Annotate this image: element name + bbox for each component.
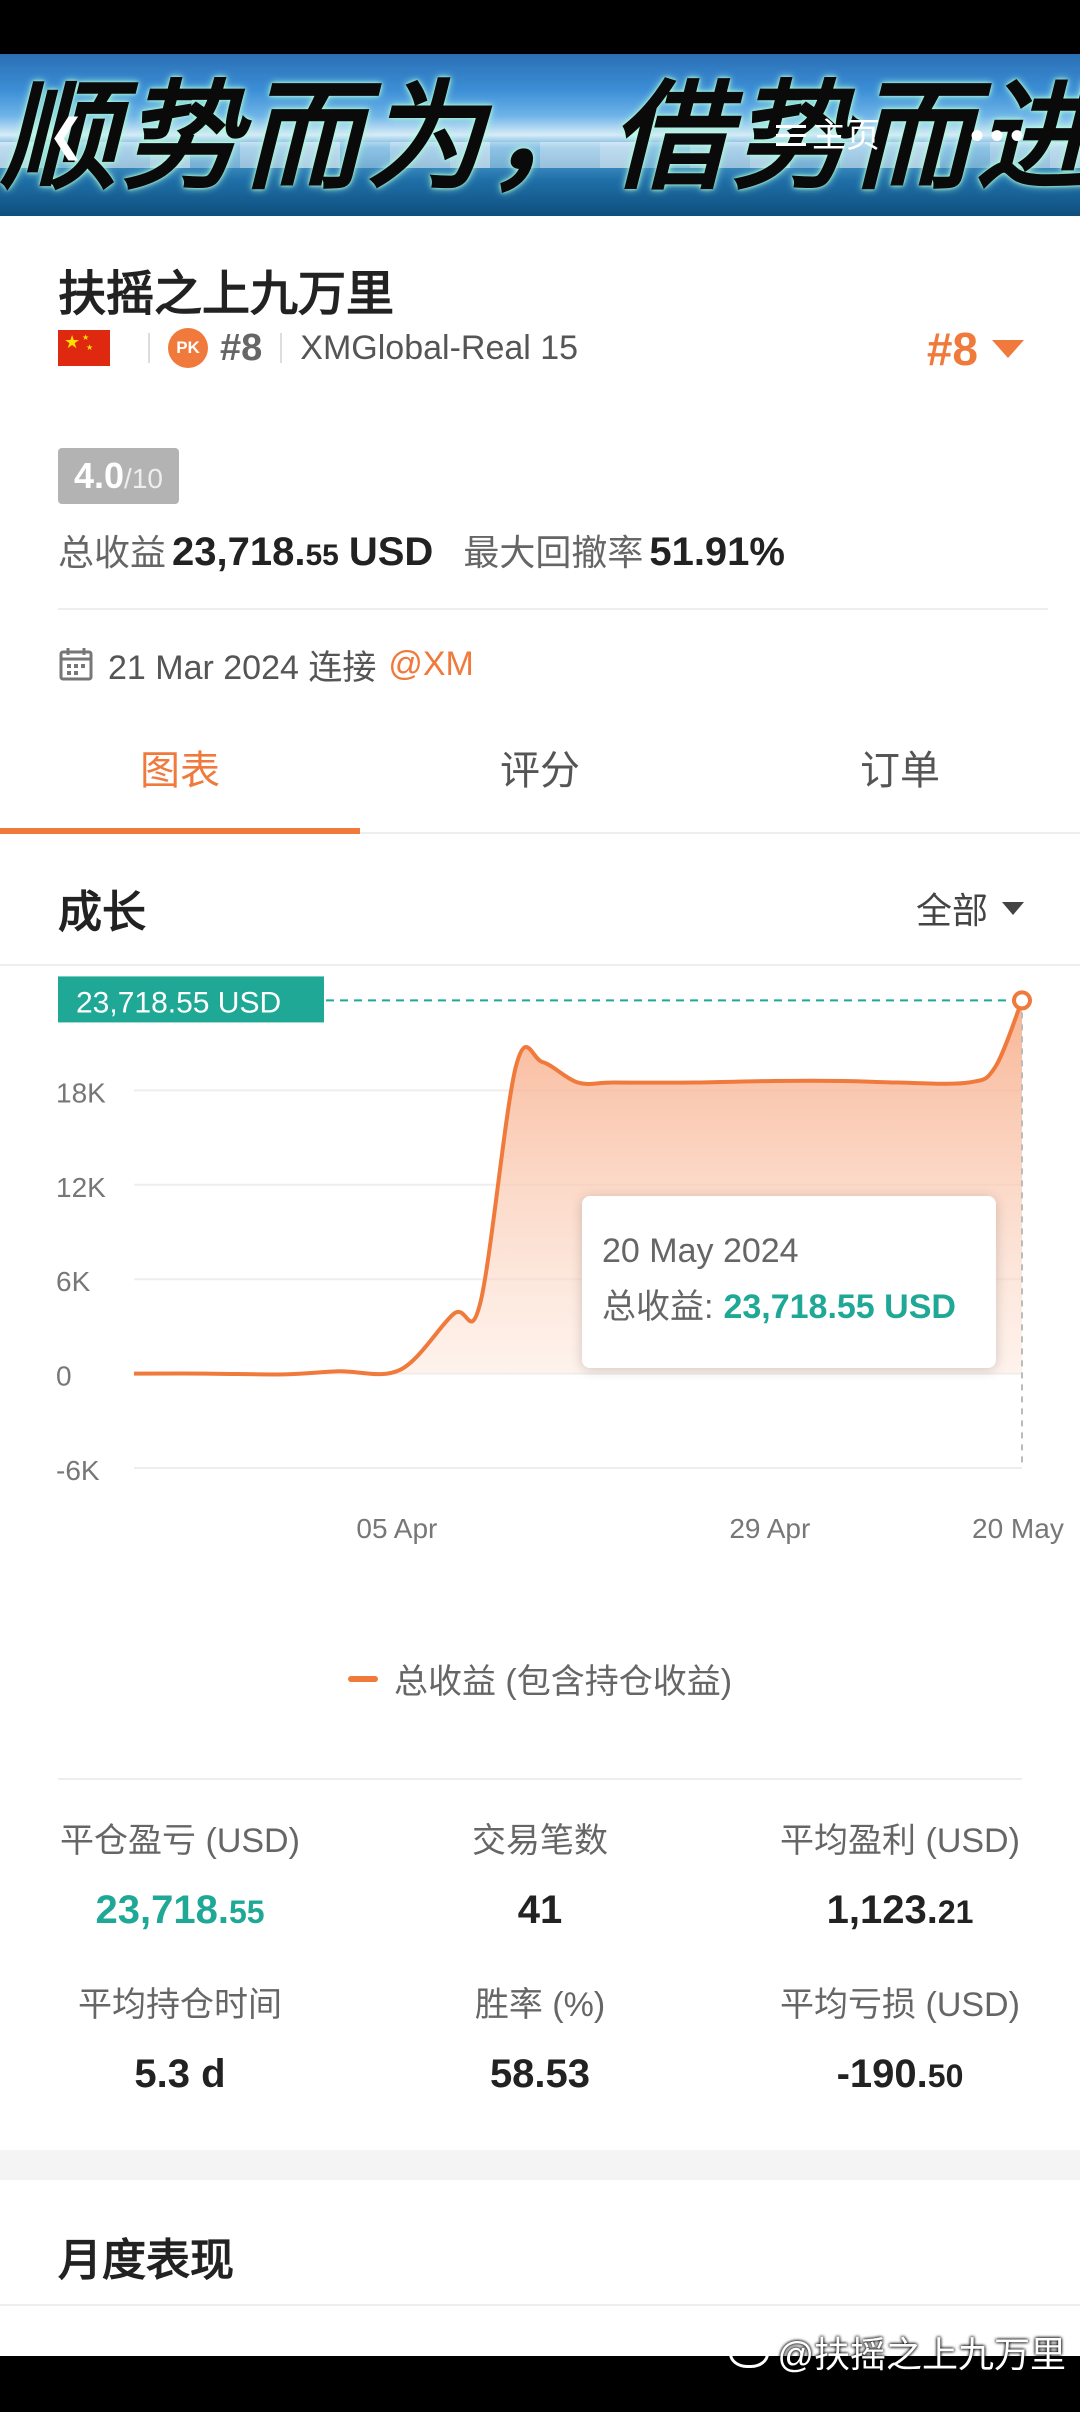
- stat-value: 41: [517, 1888, 563, 1932]
- chart-tooltip: 20 May 2024 总收益: 23,718.55 USD: [582, 1196, 996, 1368]
- section-title: 成长: [58, 888, 146, 937]
- stat-avg-loss: 平均亏损 (USD) -190.50: [720, 1980, 1080, 2106]
- total-profit-int: 23,718.: [172, 530, 306, 574]
- tab-orders[interactable]: 订单: [720, 716, 1080, 832]
- page-title: 扶摇之上九万里: [58, 268, 395, 321]
- stat-label: 平均持仓时间: [78, 1986, 282, 2024]
- caret-down-icon: [992, 340, 1024, 358]
- y-tick-label: 18K: [56, 1077, 106, 1108]
- stat-avg-hold-time: 平均持仓时间 5.3 d: [0, 1980, 360, 2106]
- tooltip-value: 23,718.55 USD: [723, 1288, 956, 1326]
- stat-label: 交易笔数: [472, 1822, 608, 1860]
- tab-rating[interactable]: 评分: [360, 716, 720, 832]
- pk-icon[interactable]: PK: [168, 328, 208, 368]
- score-value: 4.0: [74, 455, 125, 496]
- stat-value: -190.50: [836, 2052, 964, 2096]
- chart-legend[interactable]: 总收益 (包含持仓收益): [0, 1654, 1080, 1703]
- stat-label: 平均盈利 (USD): [780, 1822, 1020, 1860]
- profile-banner: 顺势而为，借势而进 ❮ 主页 •••: [0, 54, 1080, 216]
- current-value-label: 23,718.55 USD: [76, 986, 281, 1019]
- stat-trade-count: 交易笔数 41: [360, 1816, 720, 1942]
- x-tick-label: 20 May: [972, 1513, 1064, 1544]
- total-profit-unit: USD: [348, 530, 434, 574]
- back-icon[interactable]: ❮: [48, 114, 85, 158]
- stat-label: 平仓盈亏 (USD): [60, 1822, 300, 1860]
- stat-value: 1,123.21: [826, 1888, 974, 1932]
- stat-value: 23,718.55: [95, 1888, 265, 1932]
- total-profit-label: 总收益: [58, 532, 167, 573]
- x-tick-label: 29 Apr: [729, 1513, 810, 1544]
- stat-closed-pnl: 平仓盈亏 (USD) 23,718.55: [0, 1816, 360, 1942]
- stat-label: 胜率 (%): [474, 1986, 606, 2024]
- x-tick-label: 05 Apr: [356, 1513, 437, 1544]
- stat-label: 平均亏损 (USD): [780, 1986, 1020, 2024]
- stat-win-rate: 胜率 (%) 58.53: [360, 1980, 720, 2106]
- status-bar: [0, 0, 1080, 54]
- calendar-icon: [59, 648, 93, 681]
- stat-value: 5.3 d: [134, 2052, 226, 2096]
- menu-icon: [776, 125, 806, 147]
- caret-down-icon: [1002, 901, 1024, 915]
- china-flag-icon: ★ ★ ★: [58, 330, 110, 366]
- score-badge: 4.0 /10: [58, 448, 179, 504]
- max-drawdown-value: 51.91%: [649, 530, 785, 574]
- home-label: 主页: [812, 117, 880, 155]
- section-gap: [0, 2150, 1080, 2180]
- connect-date: 21 Mar 2024 连接: [108, 648, 377, 687]
- connect-info: 21 Mar 2024 连接 @XM: [58, 640, 474, 688]
- broker-link[interactable]: @XM: [388, 645, 474, 684]
- stat-value: 58.53: [489, 2052, 591, 2096]
- data-point-marker: [1012, 990, 1032, 1011]
- range-filter-label: 全部: [915, 890, 988, 931]
- broker-account: XMGlobal-Real 15: [300, 328, 579, 367]
- range-filter[interactable]: 全部: [916, 882, 1024, 934]
- tab-chart[interactable]: 图表: [0, 716, 360, 834]
- banner-calligraphy: 顺势而为，借势而进: [0, 67, 1080, 206]
- tooltip-label: 总收益:: [602, 1288, 714, 1326]
- y-tick-label: -6K: [56, 1455, 100, 1486]
- max-drawdown-label: 最大回撤率: [463, 532, 644, 573]
- profile-sheet: 扶摇之上九万里 ★ ★ ★ PK #8 XMGlobal-Real 15 #8 4.…: [0, 216, 1080, 2150]
- weibo-icon: [729, 2336, 770, 2368]
- more-options-icon[interactable]: •••: [970, 116, 1030, 156]
- legend-swatch: [347, 1675, 378, 1682]
- monthly-title: 月度表现: [58, 2236, 234, 2285]
- growth-section-header: 成长 全部: [0, 836, 1080, 966]
- legend-label: 总收益 (包含持仓收益): [393, 1663, 733, 1701]
- profit-summary: 总收益 23,718. 55 USD 最大回撤率 51.91%: [58, 524, 785, 580]
- score-max: /10: [124, 463, 163, 494]
- growth-chart[interactable]: -6K 0 6K 12K 18K 23,718.55 USD 05 Apr 29 Apr 20 …: [0, 968, 1080, 1738]
- stat-avg-profit: 平均盈利 (USD) 1,123.21: [720, 1816, 1080, 1942]
- tooltip-line: 总收益: 23,718.55 USD: [602, 1276, 976, 1338]
- account-meta: ★ ★ ★ PK #8 XMGlobal-Real 15: [58, 326, 579, 369]
- rank-dropdown-label: #8: [926, 323, 978, 375]
- y-tick-label: 6K: [56, 1266, 91, 1297]
- tab-bar: 图表 评分 订单: [0, 716, 1080, 834]
- y-tick-label: 0: [56, 1361, 72, 1392]
- y-tick-label: 12K: [56, 1172, 106, 1203]
- tooltip-date: 20 May 2024: [602, 1232, 799, 1270]
- total-profit-dec: 55: [305, 539, 339, 572]
- watermark-text: @扶摇之上九万里: [777, 2334, 1066, 2375]
- rank-dropdown[interactable]: #8: [927, 322, 1024, 376]
- home-button[interactable]: 主页: [776, 116, 880, 156]
- rank-label: #8: [220, 326, 263, 369]
- weibo-watermark: @扶摇之上九万里: [729, 2326, 1066, 2378]
